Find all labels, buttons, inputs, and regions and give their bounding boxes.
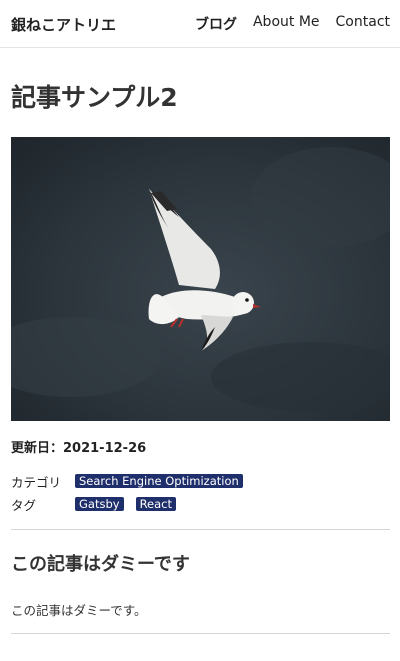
category-row: カテゴリ Search Engine Optimization: [11, 472, 255, 490]
tag-chip-gatsby[interactable]: Gatsby: [75, 497, 124, 511]
hero-image: [11, 137, 390, 421]
updated-date: 更新日：2021-12-26: [11, 441, 147, 456]
tag-row: タグ Gatsby React: [11, 495, 188, 513]
category-chip[interactable]: Search Engine Optimization: [75, 474, 243, 488]
site-title-link[interactable]: 銀ねこアトリエ: [11, 14, 116, 35]
category-label: カテゴリ: [11, 474, 62, 490]
seagull-photo: [11, 137, 390, 421]
nav-item-contact[interactable]: Contact: [336, 14, 390, 34]
divider: [11, 633, 390, 634]
nav-item-about-me[interactable]: About Me: [253, 14, 320, 34]
divider: [11, 529, 390, 530]
site-header: 銀ねこアトリエ ブログ About Me Contact: [0, 0, 400, 48]
main-nav: ブログ About Me Contact: [195, 14, 390, 34]
article-title: 記事サンプル2: [11, 83, 178, 112]
tag-chip-react[interactable]: React: [135, 497, 177, 511]
article-body: この記事はダミーです。: [11, 603, 147, 618]
section-heading: この記事はダミーです: [11, 554, 190, 575]
tag-label: タグ: [11, 497, 37, 513]
nav-item-blog[interactable]: ブログ: [195, 14, 237, 34]
